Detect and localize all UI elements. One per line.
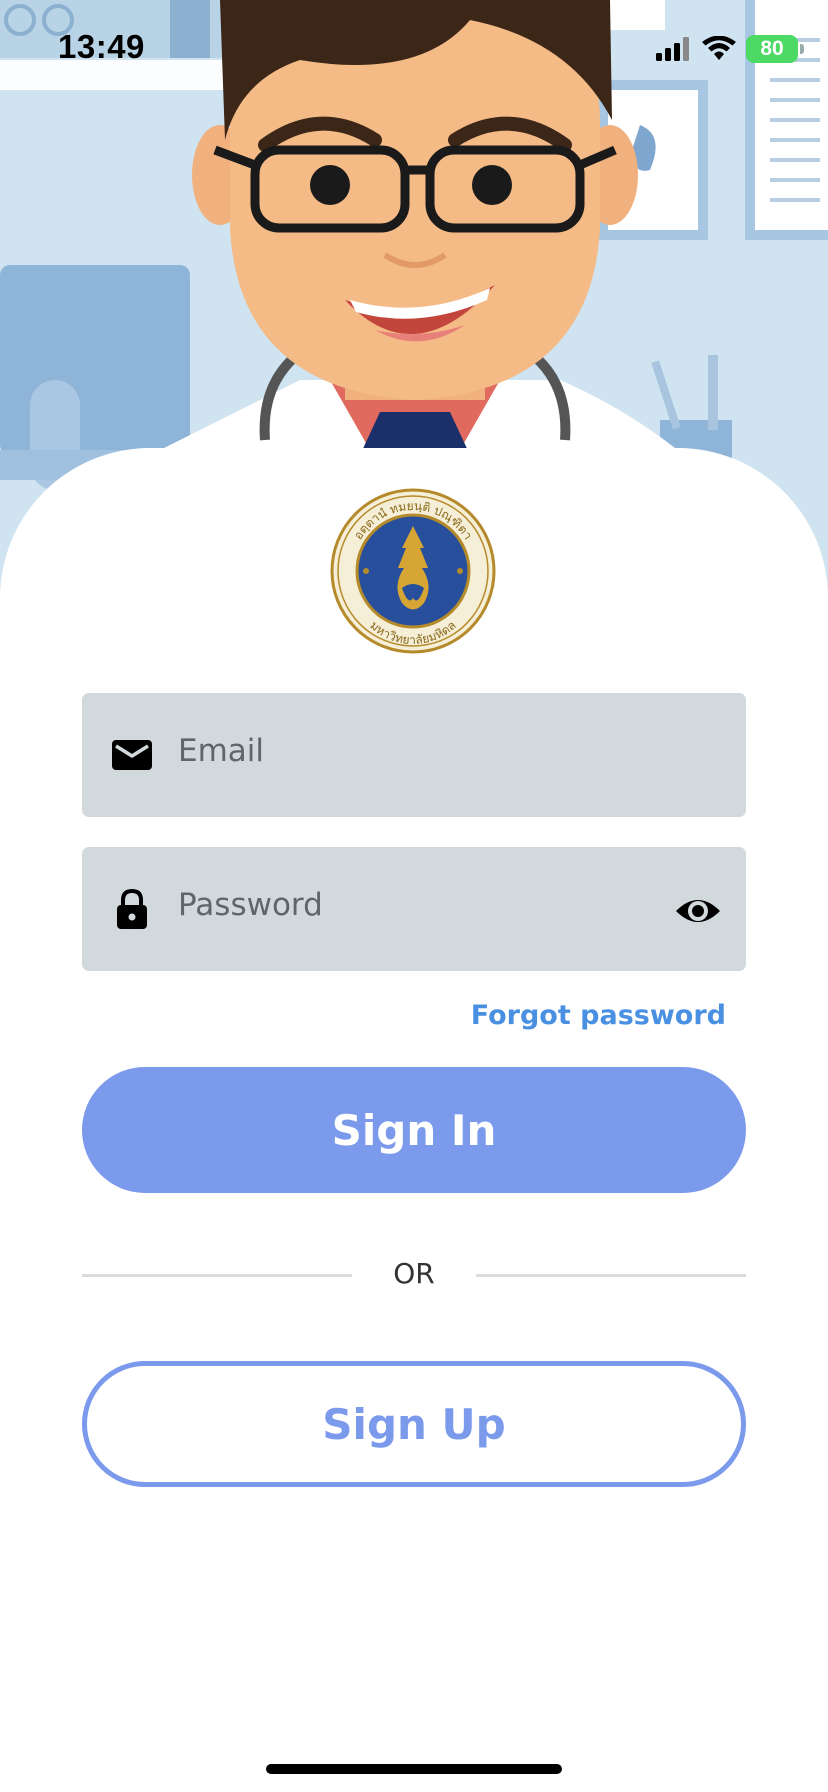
email-field[interactable] <box>82 689 746 817</box>
lock-icon <box>117 888 147 929</box>
email-input[interactable] <box>178 689 648 813</box>
divider-line-right <box>476 1274 746 1277</box>
or-divider-text: OR <box>393 1257 435 1290</box>
signal-icon <box>656 37 689 61</box>
status-time: 13:49 <box>58 28 145 65</box>
university-seal-logo: อตฺตานํ ทมยนฺติ ปณฺฑิตา มหาวิทยาลัยมหิดล <box>330 488 496 654</box>
status-icons: 80 <box>656 34 804 64</box>
sign-in-label: Sign In <box>331 1105 497 1155</box>
wifi-icon <box>702 36 736 60</box>
battery-icon: 80 <box>746 35 804 63</box>
sign-in-button[interactable]: Sign In <box>82 1067 746 1193</box>
divider-line-left <box>82 1274 352 1277</box>
login-screen: 13:49 80 อตฺตานํ ทมยนฺติ ปณฺฑิตา มหาวิทย… <box>0 0 828 1792</box>
status-bar: 13:49 80 <box>0 0 828 100</box>
sign-up-button[interactable]: Sign Up <box>82 1361 746 1487</box>
password-input[interactable] <box>178 843 648 967</box>
home-indicator <box>266 1764 562 1774</box>
eye-icon[interactable] <box>674 887 722 935</box>
password-field[interactable] <box>82 843 746 971</box>
forgot-password-link[interactable]: Forgot password <box>471 1000 726 1031</box>
sign-up-label: Sign Up <box>322 1399 506 1449</box>
mail-icon <box>112 740 152 770</box>
battery-level: 80 <box>760 37 784 60</box>
